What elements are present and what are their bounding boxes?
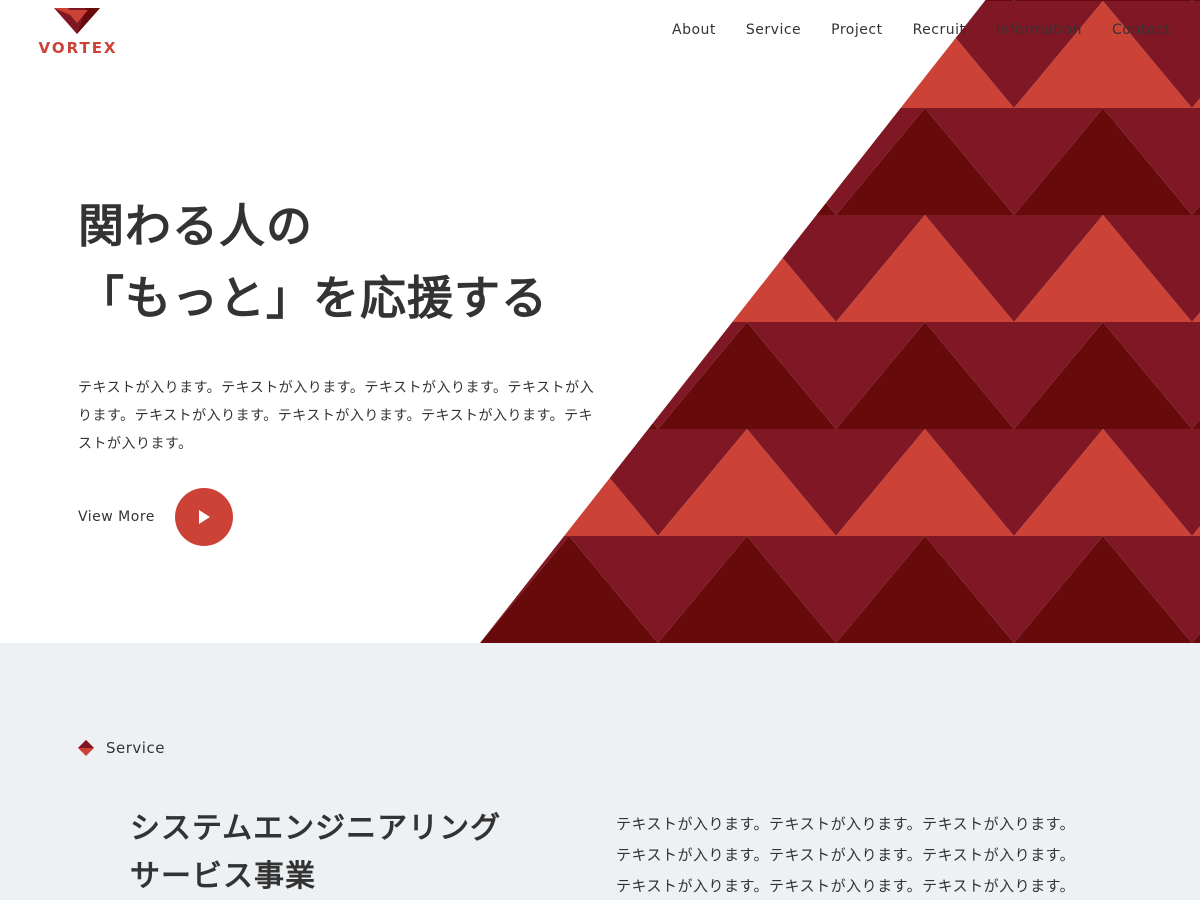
service-description: テキストが入ります。テキストが入ります。テキストが入ります。テキストが入ります。… [616,815,1076,895]
service-label-text: Service [106,739,165,757]
hero-description: テキストが入ります。テキストが入ります。テキストが入ります。テキストが入ります。… [78,380,595,452]
nav-item-service[interactable]: Service [746,22,801,38]
hero-title: 関わる人の 「もっと」を応援する [78,190,548,334]
pattern-triangle [480,0,658,1]
pattern-triangle [658,108,836,215]
pattern-triangle [480,1,569,108]
vortex-logo: VORTEX [38,8,117,57]
nav-item-information[interactable]: Information [995,22,1082,38]
pattern-triangle [569,1,747,108]
hero-title-line-1: 関わる人の [78,199,313,253]
pattern-triangle [658,0,836,1]
service-title-line-1: システムエンジニアリング [130,811,502,846]
pattern-triangle [480,0,569,1]
play-icon [198,510,210,524]
nav-item-recruit[interactable]: Recruit [913,22,966,38]
pattern-triangle [569,215,747,322]
service-title: システムエンジニアリング サービス事業 [130,805,501,900]
view-more-button[interactable] [174,488,233,546]
pattern-triangle [1014,0,1192,1]
pattern-triangle [747,0,925,1]
nav-item-contact[interactable]: Contact [1112,22,1170,38]
pattern-triangle [569,108,747,215]
pattern-triangle [302,1,480,108]
pattern-triangle [836,0,1014,1]
pattern-triangle [1192,0,1200,1]
nav-item-project[interactable]: Project [831,22,882,38]
service-section-label: Service [78,739,165,757]
pattern-triangle [302,0,480,1]
diamond-icon [78,740,94,756]
view-more-link[interactable]: View More [78,488,233,546]
global-nav: About Service Project Recruit Informatio… [672,22,1170,38]
svg-text:VORTEX: VORTEX [38,39,117,57]
service-title-line-2: サービス事業 [130,859,316,894]
pattern-triangle [747,1,925,108]
pattern-triangle [480,1,658,108]
pattern-triangle [658,1,836,108]
hero-section: VORTEX About Service Project Recruit Inf… [0,0,1200,643]
pattern-triangle [302,536,480,643]
service-section: Service システムエンジニアリング サービス事業 テキストが入ります。テキ… [0,643,1200,900]
nav-item-about[interactable]: About [672,22,716,38]
view-more-label: View More [78,509,155,525]
hero-title-line-2: 「もっと」を応援する [78,271,548,325]
pattern-triangle [569,0,747,1]
